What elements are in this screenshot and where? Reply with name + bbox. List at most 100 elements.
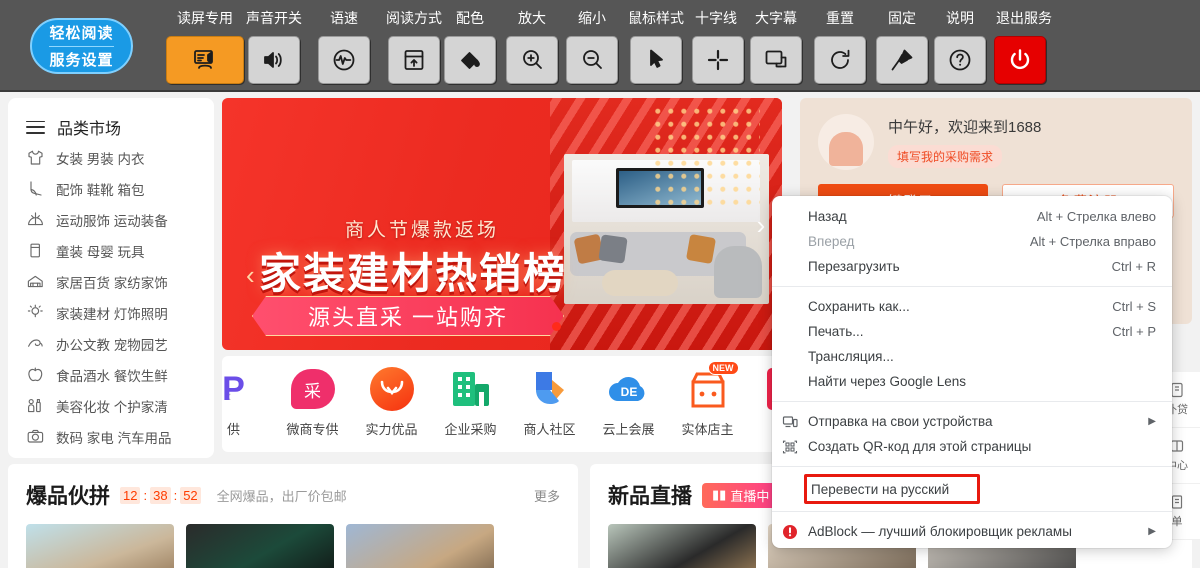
quick-entry-4[interactable]: 商人社区 <box>510 366 589 438</box>
live-card-title: 新品直播 <box>608 485 692 508</box>
category-list: 女装 男装 内衣配饰 鞋靴 箱包运动服饰 运动装备童装 母婴 玩具家居百货 家纺… <box>8 142 214 452</box>
toolbar-button-power[interactable] <box>994 36 1046 84</box>
greeting-text: 中午好，欢迎来到1688 <box>888 119 1042 136</box>
menu-item-shortcut: Ctrl + P <box>1112 324 1156 339</box>
bag-icon <box>26 241 45 260</box>
toolbar-button-zoom-in[interactable] <box>506 36 558 84</box>
toolbar-button-screen-reader[interactable] <box>166 36 244 84</box>
sidebar-item-7[interactable]: 食品酒水 餐饮生鲜 <box>8 359 214 390</box>
deal-thumb[interactable] <box>26 524 174 568</box>
sidebar-item-1[interactable]: 配饰 鞋靴 箱包 <box>8 173 214 204</box>
toolbar-button-speaker[interactable] <box>248 36 300 84</box>
menu-separator <box>772 511 1172 512</box>
sidebar-item-4[interactable]: 家居百货 家纺家饰 <box>8 266 214 297</box>
cursor-icon <box>643 47 669 73</box>
quick-entry-2[interactable]: 实力优品 <box>352 366 431 438</box>
sidebar-item-6[interactable]: 办公文教 宠物园艺 <box>8 328 214 359</box>
menu-item-2-1[interactable]: Создать QR-код для этой страницы <box>772 434 1172 459</box>
menu-item-label: Сохранить как... <box>808 299 910 314</box>
room-armchair <box>714 246 762 298</box>
apple-icon <box>26 365 45 384</box>
menu-item-label: AdBlock — лучший блокировщик рекламы <box>808 524 1072 539</box>
menu-item-1-3[interactable]: Найти через Google Lens <box>772 369 1172 394</box>
menu-item-4-0[interactable]: AdBlock — лучший блокировщик рекламы ▶ <box>772 519 1172 544</box>
sidebar-item-label: 配饰 鞋靴 箱包 <box>56 182 145 198</box>
toolbar-button-big-caption[interactable] <box>750 36 802 84</box>
menu-item-label: Перевести на русский <box>811 481 950 497</box>
category-header-label: 品类市场 <box>57 121 122 138</box>
category-sidebar: 品类市场 女装 男装 内衣配饰 鞋靴 箱包运动服饰 运动装备童装 母婴 玩具家居… <box>8 98 214 458</box>
sidebar-item-8[interactable]: 美容化妆 个护家清 <box>8 390 214 421</box>
live-bars-icon: ▮▮ <box>712 487 727 502</box>
timer-minutes: 38 <box>150 486 171 504</box>
quick-entry-3[interactable]: 企业采购 <box>431 366 510 438</box>
sofa-icon <box>26 272 45 291</box>
deal-card-more-link[interactable]: 更多 <box>534 486 560 505</box>
menu-item-shortcut: Ctrl + R <box>1111 259 1156 274</box>
menu-item-3-0[interactable]: Перевести на русский <box>804 474 980 504</box>
devices-icon <box>782 414 798 430</box>
community-icon <box>527 366 573 412</box>
help-icon <box>947 47 973 73</box>
screen-reader-icon <box>192 47 218 73</box>
room-coffee-table <box>602 270 678 296</box>
deal-thumb[interactable] <box>186 524 334 568</box>
hamburger-icon <box>26 120 45 134</box>
logo-line1: 轻松阅读 <box>49 25 114 42</box>
live-thumb[interactable] <box>608 524 756 568</box>
toolbar-button-waveform[interactable] <box>318 36 370 84</box>
sidebar-item-5[interactable]: 家装建材 灯饰照明 <box>8 297 214 328</box>
menu-item-label: Отправка на свои устройства <box>808 414 993 429</box>
category-header[interactable]: 品类市场 <box>8 112 214 142</box>
quick-entry-5[interactable]: DE 云上会展 <box>589 366 668 438</box>
app-logo-badge[interactable]: 轻松阅读 服务设置 <box>30 18 133 74</box>
menu-item-1-0[interactable]: Сохранить как... Ctrl + S <box>772 294 1172 319</box>
menu-item-1-1[interactable]: Печать... Ctrl + P <box>772 319 1172 344</box>
speaker-icon <box>261 47 287 73</box>
sidebar-item-9[interactable]: 数码 家电 汽车用品 <box>8 421 214 452</box>
highheel-icon <box>26 179 45 198</box>
menu-item-2-0[interactable]: Отправка на свои устройства ▶ <box>772 409 1172 434</box>
building-icon <box>448 366 494 412</box>
menu-item-0-2[interactable]: Перезагрузить Ctrl + R <box>772 254 1172 279</box>
sidebar-item-label: 童装 母婴 玩具 <box>56 244 145 260</box>
banner-next-arrow[interactable]: › <box>748 208 774 242</box>
toolbar-button-zoom-out[interactable] <box>566 36 618 84</box>
toolbar-button-cursor[interactable] <box>630 36 682 84</box>
avatar <box>818 114 874 170</box>
sidebar-item-label: 家装建材 灯饰照明 <box>56 306 168 322</box>
quick-entry-1[interactable]: 采微商专供 <box>273 366 352 438</box>
sidebar-item-3[interactable]: 童装 母婴 玩具 <box>8 235 214 266</box>
menu-item-1-2[interactable]: Трансляция... <box>772 344 1172 369</box>
deal-thumb[interactable] <box>346 524 494 568</box>
menu-item-label: Печать... <box>808 324 864 339</box>
toolbar-button-paint-bucket[interactable] <box>444 36 496 84</box>
lamp-icon <box>26 303 45 322</box>
paint-bucket-icon <box>457 47 483 73</box>
deal-card: 爆品伙拼 12 : 38 : 52 全网爆品，出厂价包邮 更多 <box>8 464 578 568</box>
quick-entry-label: 供 <box>226 422 240 437</box>
banner-headline: 家装建材热销榜 <box>258 250 567 297</box>
sidebar-item-0[interactable]: 女装 男装 内衣 <box>8 142 214 173</box>
toolbar-button-reading-mode[interactable] <box>388 36 440 84</box>
toolbar-button-reset[interactable] <box>814 36 866 84</box>
browser-context-menu[interactable]: Назад Alt + Стрелка влево Вперед Alt + Стре… <box>772 196 1172 548</box>
camera-icon <box>26 427 45 446</box>
quick-entry-6[interactable]: NEW 实体店主 <box>668 361 747 438</box>
toolbar-button-pin[interactable] <box>876 36 928 84</box>
promo-banner[interactable]: 商人节爆款返场 ‹ 家装建材热销榜 源头直采 一站购齐 › <box>222 98 782 350</box>
cosmetics-icon <box>26 396 45 415</box>
toolbar-button-crosshair[interactable] <box>692 36 744 84</box>
quick-entry-0[interactable]: P供 <box>222 366 273 438</box>
live-badge[interactable]: ▮▮ 直播中 <box>702 482 780 508</box>
quick-entry-label: 商人社区 <box>523 422 576 437</box>
room-cushion <box>598 234 628 264</box>
tshirt-icon <box>26 148 45 167</box>
toolbar-button-help[interactable] <box>934 36 986 84</box>
menu-item-0-0[interactable]: Назад Alt + Стрелка влево <box>772 204 1172 229</box>
zoom-in-icon <box>519 47 545 73</box>
banner-hotspot-dot[interactable] <box>552 322 561 331</box>
quick-entry-row: ‹ P供采微商专供实力优品企业采购商人社区DE云上会展NEW实体店主N找 <box>222 356 782 452</box>
purchase-need-tag[interactable]: 填写我的采购需求 <box>888 145 1003 168</box>
sidebar-item-2[interactable]: 运动服饰 运动装备 <box>8 204 214 235</box>
